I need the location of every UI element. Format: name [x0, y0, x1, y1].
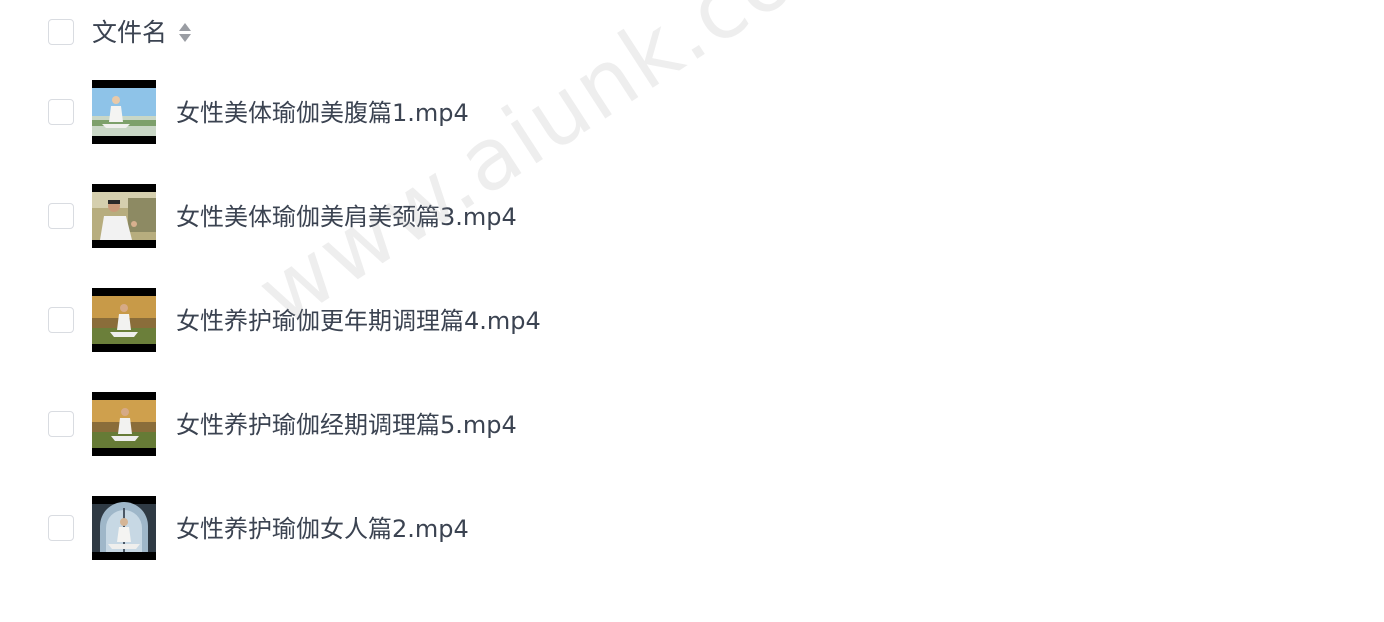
video-thumbnail[interactable] — [92, 288, 156, 352]
file-name[interactable]: 女性养护瑜伽经期调理篇5.mp4 — [176, 409, 517, 441]
video-thumbnail[interactable] — [92, 392, 156, 456]
video-thumbnail[interactable] — [92, 496, 156, 560]
row-checkbox[interactable] — [48, 515, 74, 541]
row-checkbox[interactable] — [48, 203, 74, 229]
file-name[interactable]: 女性养护瑜伽更年期调理篇4.mp4 — [176, 305, 541, 337]
row-checkbox[interactable] — [48, 307, 74, 333]
filename-column-header[interactable]: 文件名 — [92, 16, 167, 50]
row-checkbox[interactable] — [48, 411, 74, 437]
row-checkbox[interactable] — [48, 99, 74, 125]
video-thumbnail[interactable] — [92, 80, 156, 144]
select-all-checkbox[interactable] — [48, 19, 74, 45]
file-list-page: 文件名 女性美体瑜伽美腹篇1.mp4 女性美体瑜伽美肩美颈篇3.mp4 女性养护… — [0, 0, 1384, 622]
watermark-text: www.aiunk.com — [240, 0, 885, 345]
sort-icon[interactable] — [178, 22, 192, 44]
file-name[interactable]: 女性美体瑜伽美肩美颈篇3.mp4 — [176, 201, 517, 233]
file-name[interactable]: 女性美体瑜伽美腹篇1.mp4 — [176, 97, 469, 129]
video-thumbnail[interactable] — [92, 184, 156, 248]
file-name[interactable]: 女性养护瑜伽女人篇2.mp4 — [176, 513, 469, 545]
